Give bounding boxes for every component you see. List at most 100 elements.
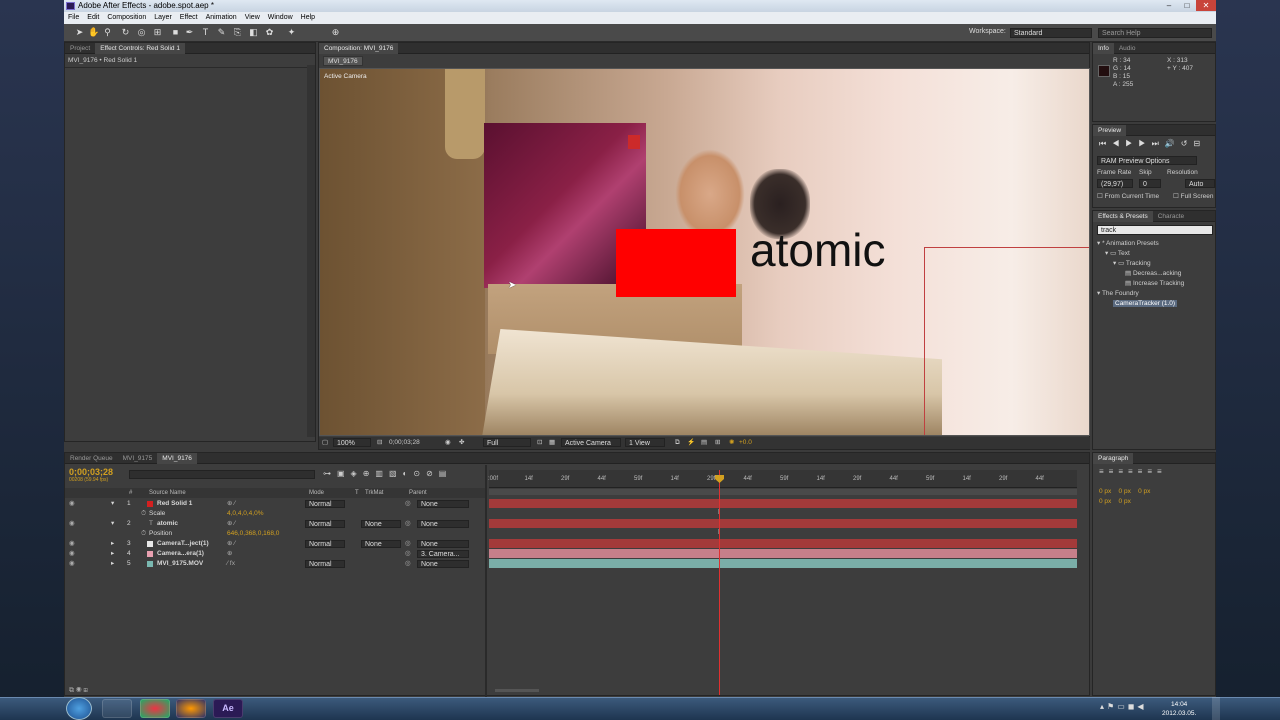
layer-row-2[interactable]: ◉ ▾ 2 T atomic ⊕ ⁄ Normal None ◎ None [65, 519, 485, 529]
expand-arrow-icon[interactable]: ▸ [111, 549, 114, 559]
show-desktop-button[interactable] [1212, 697, 1220, 720]
property-value[interactable]: 4,0,4,0,4,0% [227, 509, 264, 519]
menu-file[interactable]: File [64, 12, 83, 24]
exposure-value[interactable]: +0.0 [739, 437, 752, 449]
atomic-text-layer[interactable]: atomic [750, 224, 885, 276]
layer-mode-dropdown[interactable]: Normal [305, 500, 345, 508]
indent-right-field[interactable]: 0 px [1138, 488, 1150, 495]
tab-mvi-9175[interactable]: MVI_9175 [118, 453, 158, 464]
system-tray-icons[interactable]: ▴⚑▭◼◀ [1100, 702, 1147, 711]
expand-arrow-icon[interactable]: ▾ [111, 499, 114, 509]
tab-effect-controls[interactable]: Effect Controls: Red Solid 1 [95, 43, 185, 54]
visibility-eye-icon[interactable]: ◉ [69, 539, 75, 549]
effects-search-input[interactable]: track [1097, 225, 1213, 235]
camera-view-dropdown[interactable]: Active Camera [561, 438, 621, 447]
layer-trkmat-dropdown[interactable]: None [361, 540, 401, 548]
toggle-pixel-aspect-icon[interactable]: ⧉ [675, 437, 680, 449]
exposure-icon[interactable]: ✺ [729, 437, 734, 449]
skip-dropdown[interactable]: 0 [1139, 179, 1161, 188]
visibility-eye-icon[interactable]: ◉ [69, 549, 75, 559]
indent-left-field[interactable]: 0 px [1099, 488, 1111, 495]
indent-first-field[interactable]: 0 px [1119, 488, 1131, 495]
layer-bar-4[interactable] [489, 549, 1077, 558]
type-tool-icon[interactable]: T [200, 27, 211, 38]
tab-character[interactable]: Characte [1153, 211, 1189, 222]
work-area-bar[interactable] [489, 489, 1077, 495]
brush-tool-icon[interactable]: ✎ [216, 27, 227, 38]
comp-subtab[interactable]: MVI_9176 [323, 56, 363, 66]
layer-bar-1[interactable] [489, 499, 1077, 508]
pickwhip-icon[interactable]: ◎ [405, 559, 411, 569]
magnification-icon[interactable]: ▢ [322, 437, 328, 449]
close-button[interactable]: ✕ [1196, 0, 1216, 11]
layer-name[interactable]: Camera...era(1) [157, 549, 204, 559]
layer-parent-dropdown[interactable]: None [417, 540, 469, 548]
layer-switches[interactable]: ⊕ ⁄ [227, 499, 235, 509]
axis-mode-icon[interactable]: ⊕ [330, 27, 341, 38]
taskbar-firefox-icon[interactable] [176, 699, 206, 718]
frame-rate-dropdown[interactable]: (29,97) [1097, 179, 1133, 188]
zoom-dropdown[interactable]: 100% [333, 438, 371, 447]
zoom-tool-icon[interactable]: ⚲ [102, 27, 113, 38]
tab-info[interactable]: Info [1093, 43, 1114, 54]
visibility-eye-icon[interactable]: ◉ [69, 519, 75, 529]
expand-arrow-icon[interactable]: ▾ [111, 519, 114, 529]
tree-item-the-foundry[interactable]: ▾ The Foundry [1097, 289, 1184, 299]
expand-arrow-icon[interactable]: ▸ [111, 559, 114, 569]
clone-stamp-tool-icon[interactable]: ⎘ [232, 27, 243, 38]
pickwhip-icon[interactable]: ◎ [405, 539, 411, 549]
roto-brush-tool-icon[interactable]: ✿ [264, 27, 275, 38]
paragraph-align-buttons[interactable]: ≡≡≡≡≡≡≡ [1099, 467, 1167, 476]
tab-effects-presets[interactable]: Effects & Presets [1093, 211, 1153, 222]
timeline-divider[interactable] [485, 465, 487, 697]
layer-trkmat-dropdown[interactable]: None [361, 520, 401, 528]
layer-switches[interactable]: ⊕ [227, 549, 232, 559]
menu-edit[interactable]: Edit [83, 12, 103, 24]
start-button-icon[interactable] [66, 697, 92, 720]
layer-row-3[interactable]: ◉ ▸ 3 CameraT...ject(1) ⊕ ⁄ Normal None … [65, 539, 485, 549]
tab-paragraph[interactable]: Paragraph [1093, 453, 1134, 464]
clock[interactable]: 14:04 2012.03.05. [1162, 700, 1196, 718]
preview-transport-controls[interactable]: ⏮◀▶▶⏭🔊↺⊟ [1099, 139, 1213, 149]
layer-mode-dropdown[interactable]: Normal [305, 520, 345, 528]
pickwhip-icon[interactable]: ◎ [405, 519, 411, 529]
pickwhip-icon[interactable]: ◎ [405, 549, 411, 559]
layer-row-1-scale[interactable]: ⏱ Scale 4,0,4,0,4,0% [65, 509, 485, 519]
stopwatch-icon[interactable]: ⏱ [141, 529, 146, 539]
timeline-icon[interactable]: ▤ [701, 437, 707, 449]
layer-switches[interactable]: ⊕ ⁄ [227, 519, 235, 529]
timeline-timecode[interactable]: 0;00;03;28 [69, 467, 113, 477]
eraser-tool-icon[interactable]: ◧ [248, 27, 259, 38]
resolution-dropdown-preview[interactable]: Auto [1185, 179, 1215, 188]
workspace-dropdown[interactable]: Standard [1010, 28, 1092, 38]
layer-parent-dropdown[interactable]: None [417, 500, 469, 508]
layer-mode-dropdown[interactable]: Normal [305, 540, 345, 548]
ram-preview-dropdown[interactable]: RAM Preview Options [1097, 156, 1197, 165]
layer-bar-2[interactable] [489, 519, 1077, 528]
snapshot-icon[interactable]: ◉ [445, 437, 451, 449]
composition-viewer[interactable]: atomic Active Camera ➤ [319, 68, 1090, 436]
from-current-time-checkbox[interactable]: ☐ From Current Time [1097, 192, 1159, 200]
tab-audio[interactable]: Audio [1114, 43, 1141, 54]
tab-render-queue[interactable]: Render Queue [65, 453, 118, 464]
tree-item-animation-presets[interactable]: ▾ * Animation Presets [1097, 239, 1184, 249]
tab-project[interactable]: Project [65, 43, 95, 54]
layer-row-2-position[interactable]: ⏱ Position 646,0,368,0,168,0 [65, 529, 485, 539]
minimize-button[interactable]: – [1160, 0, 1178, 11]
tab-preview[interactable]: Preview [1093, 125, 1127, 136]
layer-name[interactable]: MVI_9175.MOV [157, 559, 203, 569]
space-before-field[interactable]: 0 px [1099, 498, 1111, 505]
full-screen-checkbox[interactable]: ☐ Full Screen [1173, 192, 1214, 200]
layer-switches[interactable]: ⁄ fx [227, 559, 235, 569]
menu-effect[interactable]: Effect [176, 12, 202, 24]
footer-timecode[interactable]: 0;00;03;28 [389, 437, 420, 449]
layer-parent-dropdown[interactable]: None [417, 520, 469, 528]
layer-parent-dropdown[interactable]: 3. Camera... [417, 550, 469, 558]
tree-item-decrease-tracking[interactable]: ▤ Decreas...acking [1097, 269, 1184, 279]
maximize-button[interactable]: □ [1178, 0, 1196, 11]
grid-icon[interactable]: ⊟ [377, 437, 382, 449]
layer-bar-5[interactable] [489, 559, 1077, 568]
current-time-indicator[interactable] [719, 470, 720, 695]
layer-bar-3[interactable] [489, 539, 1077, 548]
layer-row-5[interactable]: ◉ ▸ 5 MVI_9175.MOV ⁄ fx Normal ◎ None [65, 559, 485, 569]
